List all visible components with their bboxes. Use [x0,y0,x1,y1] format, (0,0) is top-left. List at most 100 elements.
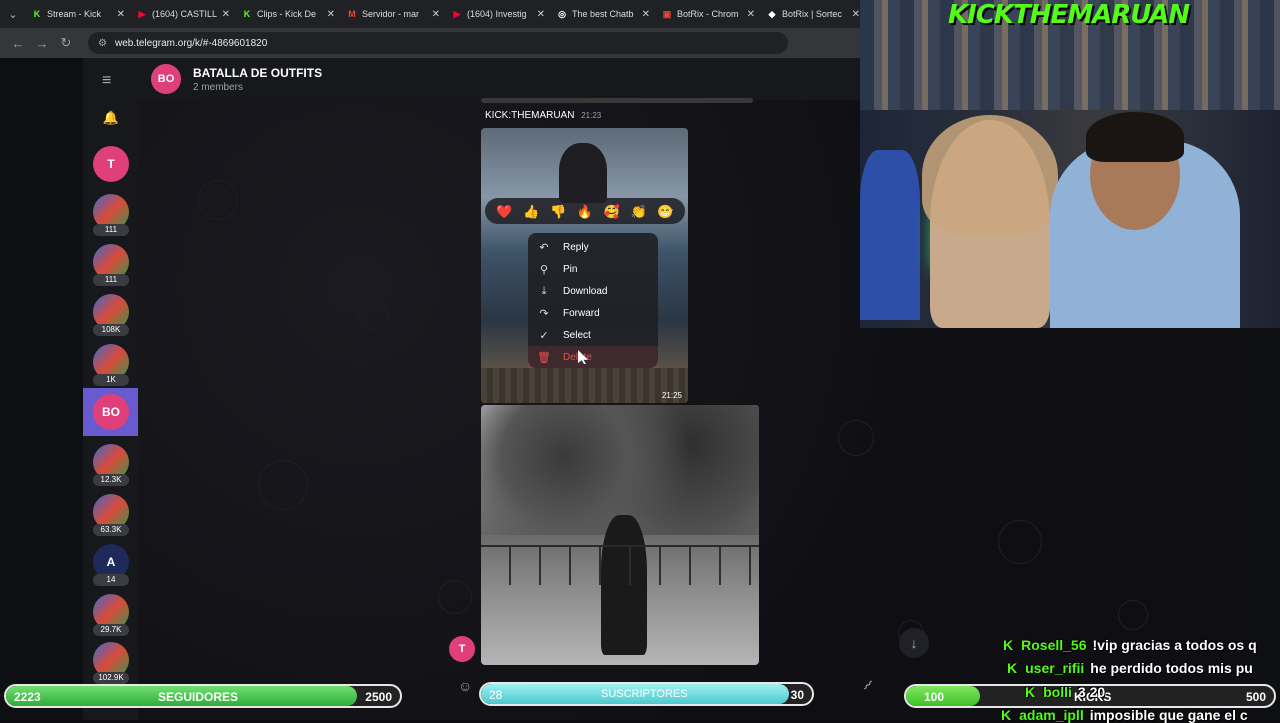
photo-fence [481,545,759,585]
tab-favicon-icon: ▶ [138,9,146,19]
url-field[interactable]: ⚙ web.telegram.org/k/#-4869601820 [88,32,788,54]
webcam-person-right-hair [1086,112,1184,162]
reaction-option[interactable]: ❤️ [496,205,512,218]
tab-close-icon[interactable]: ✕ [327,9,335,20]
browser-tab[interactable]: K Stream - Kick ✕ [26,0,131,28]
stream-chat-message: K Rosell_56 !vip gracias a todos os q [1003,637,1257,653]
menu-item-forward[interactable]: ↷ Forward [528,302,658,324]
followers-goal: 2500 [365,690,392,704]
chat-avatar-initials: BO [102,405,120,419]
unread-badge: 102.9K [93,672,129,684]
tab-label: Servidor - mar [362,9,420,19]
browser-tab[interactable]: ▶ (1604) Investig ✕ [446,0,551,28]
reaction-option[interactable]: 👏 [631,205,647,218]
chat-text: 3 20 [1077,684,1106,700]
menu-item-pin[interactable]: ⚲ Pin [528,258,658,280]
kick-badge-icon: K [1007,660,1018,676]
channel-brand: KICKTHEMARUAN [948,0,1280,30]
tab-close-icon[interactable]: ✕ [537,9,545,20]
delete-icon: 🗑 [537,351,551,364]
chat-header[interactable]: BO BATALLA DE OUTFITS 2 members [138,58,860,100]
reaction-option[interactable]: 🔥 [577,205,593,218]
browser-tab[interactable]: ◎ The best Chatb ✕ [551,0,656,28]
photo-timestamp: 21:25 [661,391,682,400]
reply-icon: ↶ [539,241,549,254]
menu-item-download[interactable]: ⤓ Download [528,280,658,302]
unread-badge: 1K [93,374,129,386]
forward-icon: ↷ [539,307,549,320]
chat-list-avatar[interactable]: BO [93,394,129,430]
kicks-current: 100 [924,690,945,704]
message-photo-2[interactable] [481,405,759,665]
notifications-bell-icon[interactable]: 🔔 [93,108,129,128]
browser-tab[interactable]: ◆ BotRix | Sortec ✕ [761,0,866,28]
chat-text: he perdido todos mis pu [1090,660,1253,676]
tab-label: The best Chatb [572,9,634,19]
chat-list-avatar[interactable]: T [93,146,129,182]
reactions-expand-icon[interactable]: ⌄ [666,202,675,215]
unread-badge: 29.7K [93,624,129,636]
message-sender-avatar[interactable]: T [449,636,475,662]
menu-item-delete[interactable]: 🗑 Delete [528,346,658,368]
tab-search-chevron-icon[interactable]: ⌄ [0,0,26,28]
chat-avatar-initials: A [106,555,116,569]
browser-tab[interactable]: M Servidor - mar ✕ [341,0,446,28]
tab-close-icon[interactable]: ✕ [852,9,860,20]
tab-strip: K Stream - Kick ✕ ▶ (1604) CASTILL ✕ K Clips - … [26,0,971,28]
back-icon[interactable]: ← [6,36,30,51]
brand-kick: KICK [948,0,1014,30]
url-text: web.telegram.org/k/#-4869601820 [114,37,268,49]
reaction-option[interactable]: 👍 [523,205,539,218]
subs-goal-bar: 28 SUSCRIPTORES 30 [479,682,814,706]
unread-badge: 111 [93,224,129,236]
tab-close-icon[interactable]: ✕ [642,9,650,20]
tab-close-icon[interactable]: ✕ [747,9,755,20]
subs-goal: 30 [790,688,804,702]
tab-favicon-icon: ◆ [768,9,776,19]
followers-goal-bar: 2223 SEGUIDORES 2500 [4,684,402,708]
tab-favicon-icon: ▣ [662,9,672,19]
chat-avatar: BO [151,64,181,94]
stream-chat-message: Kbolli 3 20 [1025,684,1105,700]
menu-item-reply[interactable]: ↶ Reply [528,236,658,258]
kick-badge-icon: K [1001,707,1012,723]
menu-item-select[interactable]: ✓ Select [528,324,658,346]
reload-icon[interactable]: ↻ [54,35,78,51]
message-sender[interactable]: KICK:THEMARUAN [485,110,574,121]
webcam-overlay [860,0,1280,328]
menu-icon[interactable]: ≡ [102,72,111,90]
forward-icon[interactable]: → [30,36,54,51]
emoji-icon[interactable]: ☺ [458,678,472,694]
menu-item-label: Delete [563,351,592,363]
reaction-option[interactable]: 👎 [550,205,566,218]
tab-close-icon[interactable]: ✕ [117,9,125,20]
chat-text: imposible que gane el c [1089,707,1248,723]
select-icon: ✓ [539,329,549,342]
tab-favicon-icon: ▶ [453,9,461,19]
webcam-person-left-hair [922,115,1058,235]
unread-badge: 111 [93,274,129,286]
browser-tab[interactable]: ▶ (1604) CASTILL ✕ [131,0,236,28]
tab-favicon-icon: M [348,9,356,19]
unread-badge: 63.3K [93,524,129,536]
tab-close-icon[interactable]: ✕ [432,9,440,20]
tab-label: (1604) Investig [467,9,527,19]
photo-person-2 [601,515,647,655]
menu-item-label: Reply [563,241,589,253]
chat-title: BATALLA DE OUTFITS [193,65,323,80]
chat-avatar-initials: T [107,157,115,171]
menu-item-label: Select [563,329,591,341]
tab-close-icon[interactable]: ✕ [222,9,230,20]
menu-item-label: Pin [563,263,578,275]
photo-person [559,143,607,203]
photo-dock [481,368,688,403]
browser-tab[interactable]: ▣ BotRix - Chrom ✕ [656,0,761,28]
tab-favicon-icon: K [33,9,41,19]
tab-label: Clips - Kick De [257,9,317,19]
subs-current: 28 [489,688,503,702]
browser-tab[interactable]: K Clips - Kick De ✕ [236,0,341,28]
site-info-icon[interactable]: ⚙ [98,38,107,49]
chat-username: bolli [1043,684,1072,700]
scroll-down-button[interactable]: ↓ [899,628,929,658]
reaction-option[interactable]: 🥰 [604,205,620,218]
